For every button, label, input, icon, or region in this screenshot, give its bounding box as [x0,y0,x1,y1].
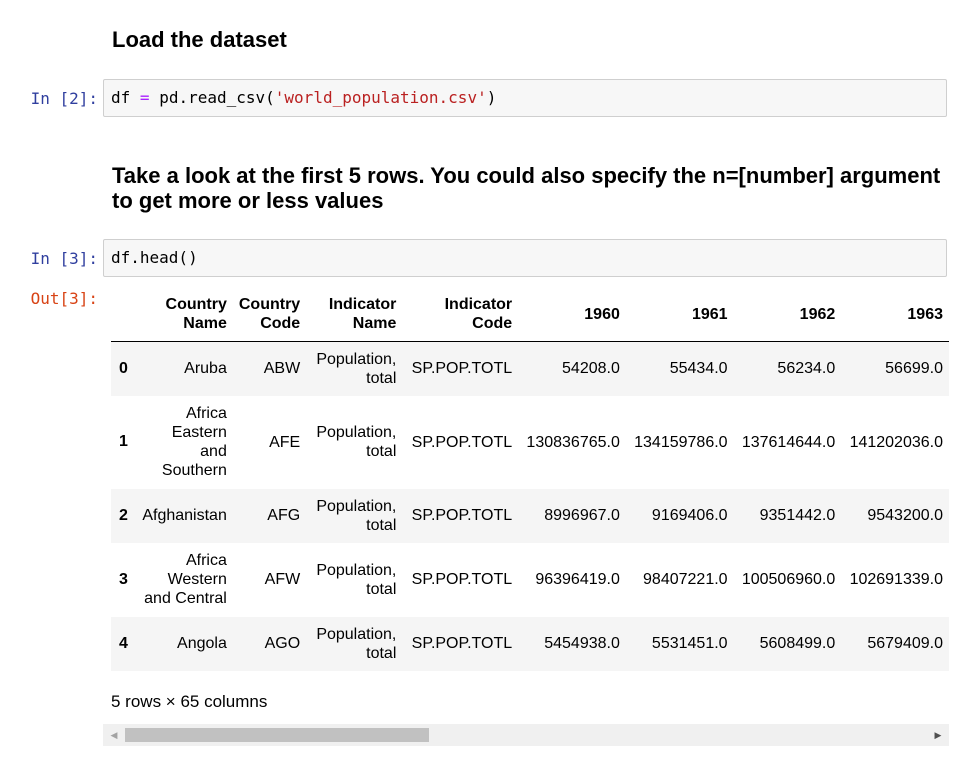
table-row: 3 Africa Western and Central AFW Populat… [111,542,949,617]
table-row: 4 Angola AGO Population, total SP.POP.TO… [111,616,949,671]
input-prompt-3: In [3]: [30,249,98,268]
code-call: pd.read_csv( [159,88,275,107]
table-cell: 5531451.0 [651,635,728,652]
column-header-indicator-code: Indicator Code [402,287,519,342]
table-cell: SP.POP.TOTL [411,571,513,588]
scroll-left-arrow-icon[interactable]: ◀ [105,724,123,746]
table-row: 1 Africa Eastern and Southern AFE Popula… [111,395,949,489]
table-cell: 141202036.0 [849,433,943,451]
output-prompt-3: Out[3]: [30,289,98,308]
table-cell: SP.POP.TOTL [411,635,513,652]
row-index: 4 [119,634,128,652]
input-prompt-2: In [2]: [30,89,98,108]
table-row: 2 Afghanistan AFG Population, total SP.P… [111,488,949,543]
code-text: df.head() [111,248,198,267]
horizontal-scrollbar[interactable]: ◀ ▶ [103,724,949,746]
column-header-country-name: Country Name [136,287,233,342]
row-index: 0 [119,359,128,377]
table-cell: 9351442.0 [759,507,836,524]
table-cell: 134159786.0 [634,433,728,451]
table-cell: Population, total [316,625,397,662]
table-cell: Africa Eastern and Southern [161,405,227,479]
code-string-arg: 'world_population.csv' [274,88,487,107]
code-close-paren: ) [486,88,497,107]
column-header-country-code: Country Code [232,287,307,342]
dataframe-shape-text: 5 rows × 65 columns [111,692,268,711]
table-cell: Population, total [316,424,397,460]
table-cell: Afghanistan [142,507,227,524]
column-header-index [111,287,137,342]
code-cell-read-csv[interactable]: df = pd.read_csv('world_population.csv') [103,79,947,117]
markdown-heading-first-rows: Take a look at the first 5 rows. You cou… [112,163,941,213]
table-cell: Population, total [316,497,397,534]
table-cell: 5454938.0 [544,635,620,652]
table-cell: 98407221.0 [643,571,728,588]
table-cell: Population, total [316,561,397,598]
table-cell: 8996967.0 [544,507,620,524]
table-cell: 56699.0 [885,360,943,378]
table-cell: 54208.0 [562,360,620,378]
table-cell: AFE [269,433,301,451]
table-header-row: Country Name Country Code Indicator Name… [111,287,949,342]
dataframe-output: Country Name Country Code Indicator Name… [111,287,949,672]
code-variable: df [111,88,131,107]
table-cell: 5608499.0 [759,635,836,652]
table-cell: SP.POP.TOTL [411,433,513,451]
table-cell: SP.POP.TOTL [411,360,513,378]
table-cell: 130836765.0 [526,433,620,451]
table-cell: 102691339.0 [849,571,943,588]
table-cell: 56234.0 [777,360,836,378]
table-cell: Africa Western and Central [144,552,227,607]
dataframe-table: Country Name Country Code Indicator Name… [111,287,949,671]
markdown-heading-load-dataset: Load the dataset [112,27,287,52]
table-cell: 96396419.0 [535,571,620,588]
table-cell: 9543200.0 [867,507,943,524]
table-cell: Angola [177,635,227,652]
table-cell: 100506960.0 [741,571,836,588]
table-cell: 137614644.0 [741,433,836,451]
column-header-indicator-name: Indicator Name [306,287,403,342]
table-cell: 5679409.0 [867,635,943,652]
table-cell: 55434.0 [669,360,728,378]
row-index: 2 [119,506,128,524]
code-operator: = [139,88,150,107]
column-header-1960: 1960 [518,287,626,342]
table-cell: AFW [264,571,301,588]
table-cell: 9169406.0 [651,507,728,524]
table-cell: Aruba [184,360,227,378]
table-row: 0 Aruba ABW Population, total SP.POP.TOT… [111,341,949,396]
table-cell: AFG [267,507,301,524]
column-header-1963: 1963 [841,287,949,342]
column-header-1961: 1961 [625,287,734,342]
table-cell: Population, total [316,350,397,387]
row-index: 1 [119,433,128,450]
table-cell: SP.POP.TOTL [411,507,513,524]
scrollbar-thumb[interactable] [125,728,429,742]
table-cell: ABW [263,360,301,378]
scroll-right-arrow-icon[interactable]: ▶ [929,724,947,746]
table-cell: AGO [264,635,301,652]
row-index: 3 [119,570,128,588]
column-header-1962: 1962 [733,287,842,342]
code-cell-head[interactable]: df.head() [103,239,947,277]
